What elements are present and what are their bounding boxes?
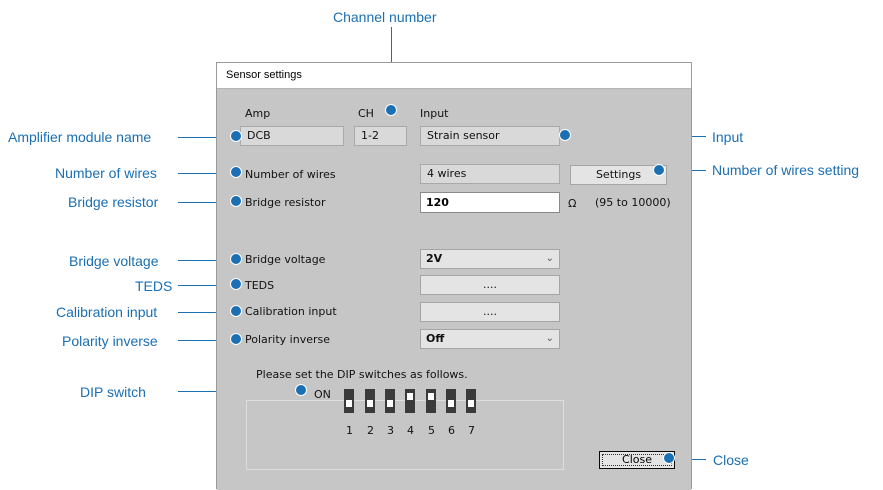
input-type-field: Strain sensor (420, 126, 560, 146)
callout-marker (230, 333, 242, 345)
dip-switch-3 (385, 389, 395, 413)
teds-button[interactable]: .... (420, 275, 560, 295)
number-of-wires-label: Number of wires (245, 168, 336, 181)
chevron-down-icon: ⌄ (545, 333, 554, 344)
callout-close: Close (713, 452, 749, 468)
callout-bridge-voltage: Bridge voltage (69, 253, 159, 269)
dialog-title: Sensor settings (226, 69, 302, 81)
dip-on-label: ON (314, 388, 331, 401)
polarity-inverse-select[interactable]: Off ⌄ (420, 329, 560, 349)
callout-input: Input (712, 129, 744, 145)
dip-number: 6 (448, 424, 455, 437)
callout-number-of-wires-setting: Number of wires setting (712, 162, 860, 178)
bridge-resistor-label: Bridge resistor (245, 196, 326, 209)
callout-marker (653, 164, 665, 176)
bridge-voltage-label: Bridge voltage (245, 253, 326, 266)
dip-switch-1 (344, 389, 354, 413)
callout-channel-number: Channel number (333, 9, 437, 25)
dip-switch-6 (446, 389, 456, 413)
callout-number-of-wires: Number of wires (55, 165, 157, 181)
bridge-voltage-select[interactable]: 2V ⌄ (420, 249, 560, 269)
dip-switch-7 (466, 389, 476, 413)
ohm-unit: Ω (568, 197, 577, 210)
dip-number: 4 (407, 424, 414, 437)
bridge-resistor-range: (95 to 10000) (595, 196, 671, 209)
dip-switch-5 (426, 389, 436, 413)
calibration-input-label: Calibration input (245, 305, 337, 318)
polarity-inverse-label: Polarity inverse (245, 333, 330, 346)
channel-field: 1-2 (354, 126, 407, 146)
polarity-inverse-value: Off (426, 332, 445, 345)
callout-marker (230, 278, 242, 290)
ch-header: CH (358, 107, 374, 120)
dialog-content: Amp CH Input DCB 1-2 Strain sensor Numbe… (217, 88, 691, 490)
calibration-input-button[interactable]: .... (420, 302, 560, 322)
dip-number: 2 (367, 424, 374, 437)
callout-marker (230, 130, 242, 142)
teds-label: TEDS (245, 279, 275, 292)
number-of-wires-field: 4 wires (420, 164, 560, 184)
callout-dip-switch: DIP switch (80, 384, 146, 400)
callout-teds: TEDS (135, 278, 173, 294)
close-button-label: Close (622, 453, 652, 466)
callout-marker (230, 305, 242, 317)
callout-bridge-resistor: Bridge resistor (68, 194, 159, 210)
input-header: Input (420, 107, 449, 120)
callout-calibration-input: Calibration input (56, 304, 158, 320)
amp-module-field: DCB (240, 126, 344, 146)
amp-header: Amp (245, 107, 271, 120)
dip-switch-4 (405, 389, 415, 413)
dip-switch-legend: Please set the DIP switches as follows. (253, 368, 471, 381)
callout-amplifier-module-name: Amplifier module name (8, 129, 152, 145)
dip-number: 3 (387, 424, 394, 437)
sensor-settings-dialog: Sensor settings Amp CH Input DCB 1-2 Str… (216, 62, 692, 490)
dialog-titlebar: Sensor settings (217, 63, 691, 87)
callout-marker (230, 195, 242, 207)
dip-number: 7 (468, 424, 475, 437)
bridge-resistor-input[interactable]: 120 (420, 192, 560, 213)
dip-number: 5 (428, 424, 435, 437)
callout-marker (295, 384, 307, 396)
callout-polarity-inverse: Polarity inverse (62, 333, 158, 349)
chevron-down-icon: ⌄ (545, 253, 554, 264)
callout-marker (663, 452, 675, 464)
callout-marker (230, 253, 242, 265)
dip-number: 1 (346, 424, 353, 437)
callout-marker (559, 129, 571, 141)
callout-marker (230, 166, 242, 178)
callout-marker (385, 104, 397, 116)
bridge-voltage-value: 2V (426, 252, 443, 265)
dip-switch-2 (365, 389, 375, 413)
